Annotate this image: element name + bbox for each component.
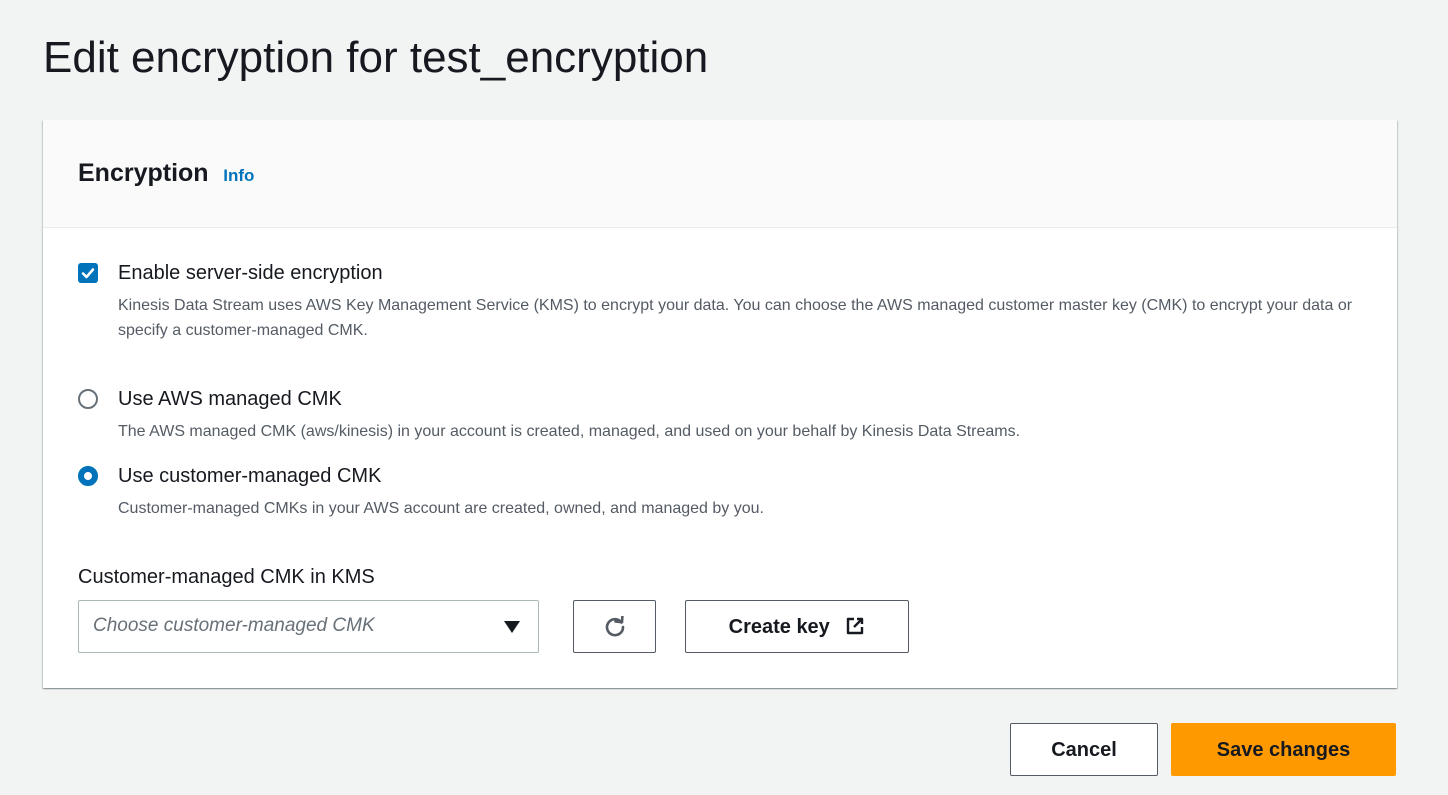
cmk-field-label: Customer-managed CMK in KMS xyxy=(78,566,375,588)
create-key-label: Create key xyxy=(728,616,830,638)
panel-heading-text: Encryption xyxy=(78,159,209,187)
customer-managed-cmk-radio[interactable] xyxy=(78,466,98,486)
page-title: Edit encryption for test_encryption xyxy=(43,33,709,82)
cancel-button[interactable]: Cancel xyxy=(1010,723,1158,776)
cmk-select[interactable]: Choose customer-managed CMK xyxy=(78,600,539,653)
aws-managed-cmk-description: The AWS managed CMK (aws/kinesis) in you… xyxy=(118,423,1021,440)
aws-managed-cmk-radio[interactable] xyxy=(78,389,98,409)
external-link-icon xyxy=(847,617,864,634)
checkmark-icon xyxy=(81,268,95,279)
panel-header: Encryption Info xyxy=(43,120,1397,228)
cmk-select-placeholder: Choose customer-managed CMK xyxy=(93,615,375,636)
enable-sse-description: Kinesis Data Stream uses AWS Key Managem… xyxy=(118,297,1353,339)
create-key-button[interactable]: Create key xyxy=(685,600,909,653)
info-link[interactable]: Info xyxy=(223,166,254,185)
panel-heading: Encryption Info xyxy=(78,157,254,189)
enable-sse-checkbox[interactable] xyxy=(78,263,98,283)
encryption-panel: Encryption Info Enable server-side encry… xyxy=(43,120,1397,688)
customer-managed-cmk-description: Customer-managed CMKs in your AWS accoun… xyxy=(118,500,764,517)
refresh-icon xyxy=(605,616,625,637)
save-changes-button[interactable]: Save changes xyxy=(1171,723,1396,776)
customer-managed-cmk-label: Use customer-managed CMK xyxy=(118,465,382,487)
refresh-button[interactable] xyxy=(573,600,656,653)
enable-sse-label: Enable server-side encryption xyxy=(118,262,383,284)
aws-managed-cmk-label: Use AWS managed CMK xyxy=(118,388,342,410)
caret-down-icon xyxy=(504,621,520,633)
